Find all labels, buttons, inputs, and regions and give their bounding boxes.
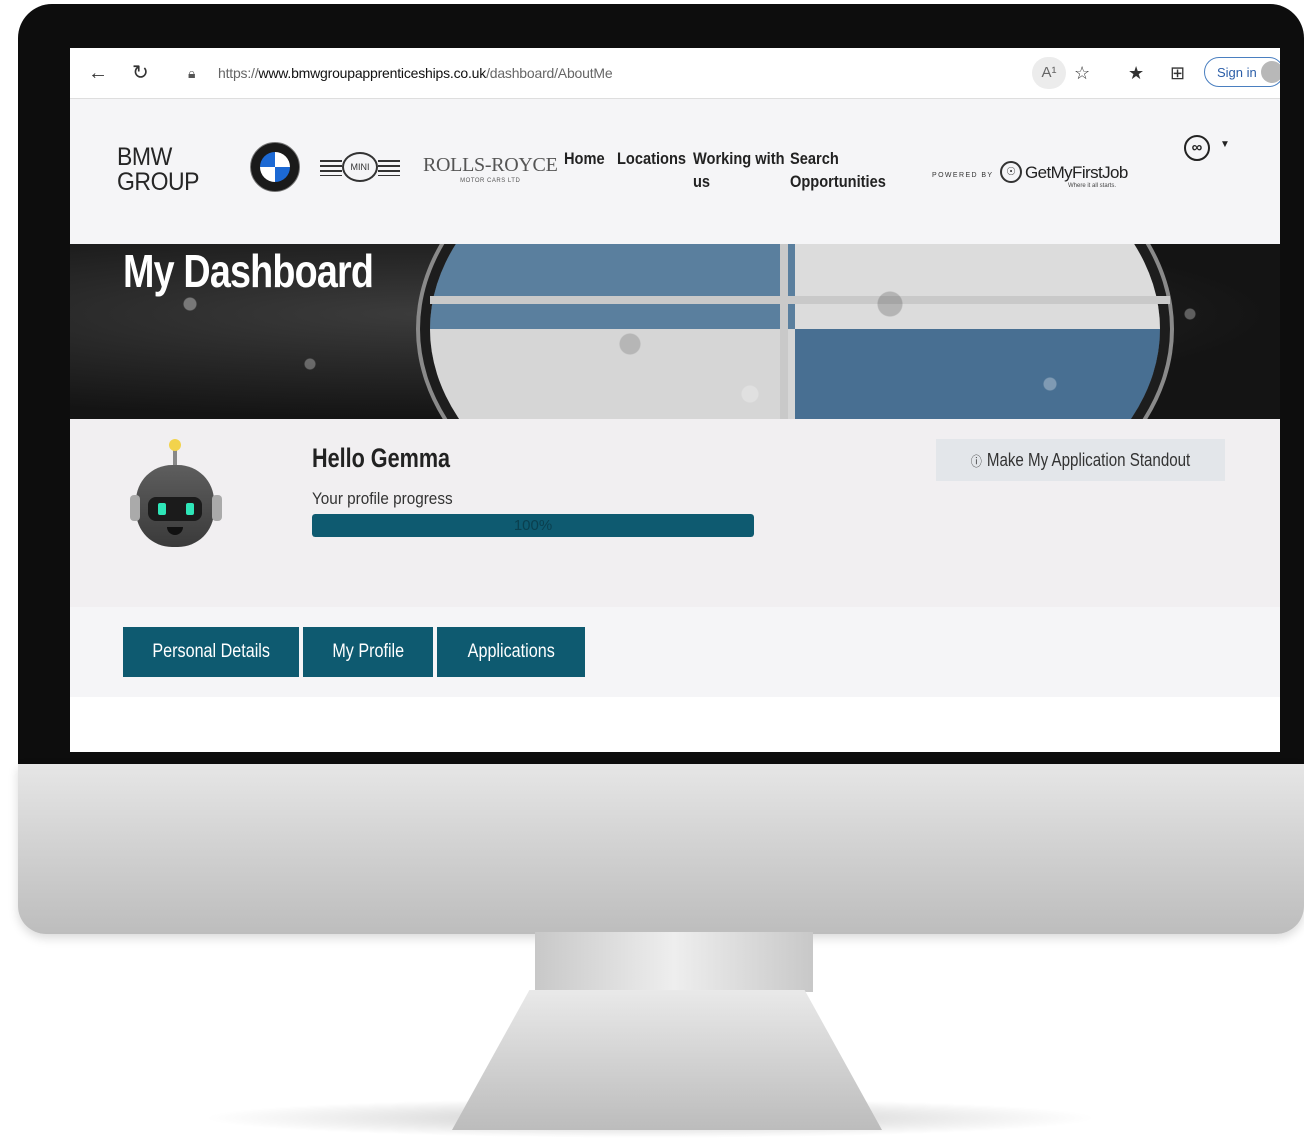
tab-applications[interactable]: Applications (437, 627, 585, 677)
lock-icon[interactable]: 🔒︎ (188, 58, 195, 88)
greeting: Hello Gemma (312, 443, 451, 473)
tab-applications-label: Applications (467, 641, 555, 662)
handshake-icon: ☉ (1000, 161, 1022, 183)
rolls-royce-subtitle: MOTOR CARS LTD (460, 178, 521, 184)
robot-right-ear (212, 495, 222, 521)
tab-personal-details-label: Personal Details (152, 641, 270, 662)
nav-search-opportunities-line1: Search (790, 149, 839, 168)
nav-locations[interactable]: Locations (617, 147, 686, 170)
make-application-standout-button[interactable]: ⓘ Make My Application Standout (936, 439, 1225, 481)
profile-progress-bar: 100% (312, 514, 754, 537)
read-aloud-icon[interactable]: A¹ (1032, 57, 1066, 89)
site-header: BMW GROUP MINI ROLLS-ROYCE MOTOR CARS LT… (70, 99, 1280, 244)
bmw-roundel-quadrants (260, 152, 290, 182)
standout-button-label: Make My Application Standout (986, 450, 1191, 470)
rolls-royce-name: ROLLS-ROYCE (423, 154, 558, 176)
dashboard-banner: My Dashboard (70, 244, 1280, 419)
sign-in-label: Sign in (1217, 65, 1257, 80)
dashboard-tabs: Personal Details My Profile Applications (70, 607, 1280, 697)
bmw-roundel-logo[interactable] (250, 142, 300, 192)
progress-label: Your profile progress (312, 489, 453, 508)
tab-my-profile-label: My Profile (332, 641, 404, 662)
nav-search-opportunities-line2: Opportunities (790, 172, 886, 191)
robot-avatar (128, 439, 224, 551)
powered-by-label: POWERED BY (932, 172, 994, 179)
nav-working-with-us[interactable]: Working with us (693, 147, 785, 193)
content-area (70, 697, 1280, 752)
favorites-icon[interactable]: ★ (1128, 61, 1144, 85)
nav-working-with-us-line1: Working with (693, 149, 785, 168)
browser-toolbar: ← ↻ 🔒︎ https://www.bmwgroupapprenticeshi… (70, 48, 1280, 99)
profile-progress-text: 100% (513, 517, 553, 534)
address-url: https://www.bmwgroupapprenticeships.co.u… (218, 65, 613, 81)
tab-my-profile[interactable]: My Profile (303, 627, 433, 677)
add-favorite-icon[interactable]: ☆ (1074, 61, 1090, 85)
nav-search-opportunities[interactable]: Search Opportunities (790, 147, 886, 193)
profile-panel: Hello Gemma Your profile progress 100% ⓘ… (70, 419, 1280, 607)
robot-right-eye (186, 503, 194, 515)
rolls-royce-logo[interactable]: ROLLS-ROYCE MOTOR CARS LTD (423, 154, 558, 184)
collections-icon[interactable]: ⊞ (1170, 61, 1185, 85)
bmw-group-logo-line1: BMW (117, 143, 172, 171)
monitor-stand-neck (535, 932, 813, 992)
nav-home-label: Home (564, 149, 605, 168)
back-arrow-icon[interactable]: ← (88, 61, 108, 85)
bmw-group-logo-line2: GROUP (117, 168, 200, 196)
robot-left-eye (158, 503, 166, 515)
robot-antenna-bulb (169, 439, 181, 451)
monitor-stand-base (452, 990, 882, 1130)
bmw-group-logo[interactable]: BMW GROUP (117, 143, 200, 196)
mini-logo-badge: MINI (342, 152, 378, 182)
profile-avatar-icon (1261, 61, 1280, 83)
nav-working-with-us-line2: us (693, 172, 711, 191)
chevron-down-icon[interactable]: ▼ (1220, 139, 1230, 150)
robot-left-ear (130, 495, 140, 521)
mini-right-wing (378, 160, 400, 176)
tab-personal-details[interactable]: Personal Details (123, 627, 299, 677)
nav-home[interactable]: Home (564, 147, 605, 170)
mini-left-wing (320, 160, 342, 176)
sign-in-button[interactable]: Sign in (1204, 57, 1280, 87)
page-title: My Dashboard (123, 245, 374, 297)
address-bar[interactable]: 🔒︎ https://www.bmwgroupapprenticeships.c… (170, 58, 1020, 88)
monitor-chin (18, 764, 1304, 934)
monitor-screen: ← ↻ 🔒︎ https://www.bmwgroupapprenticeshi… (70, 48, 1280, 752)
getmyfirstjob-logo[interactable]: GetMyFirstJob (1025, 163, 1128, 183)
refresh-icon[interactable]: ↻ (132, 61, 149, 85)
getmyfirstjob-tagline: Where it all starts. (1068, 183, 1117, 189)
mini-logo[interactable]: MINI (320, 152, 402, 184)
help-circle-icon: ⓘ (970, 454, 982, 469)
user-account-icon[interactable]: ∞ (1184, 135, 1210, 161)
standout-button-content: ⓘ Make My Application Standout (971, 439, 1190, 483)
nav-locations-label: Locations (617, 149, 687, 168)
